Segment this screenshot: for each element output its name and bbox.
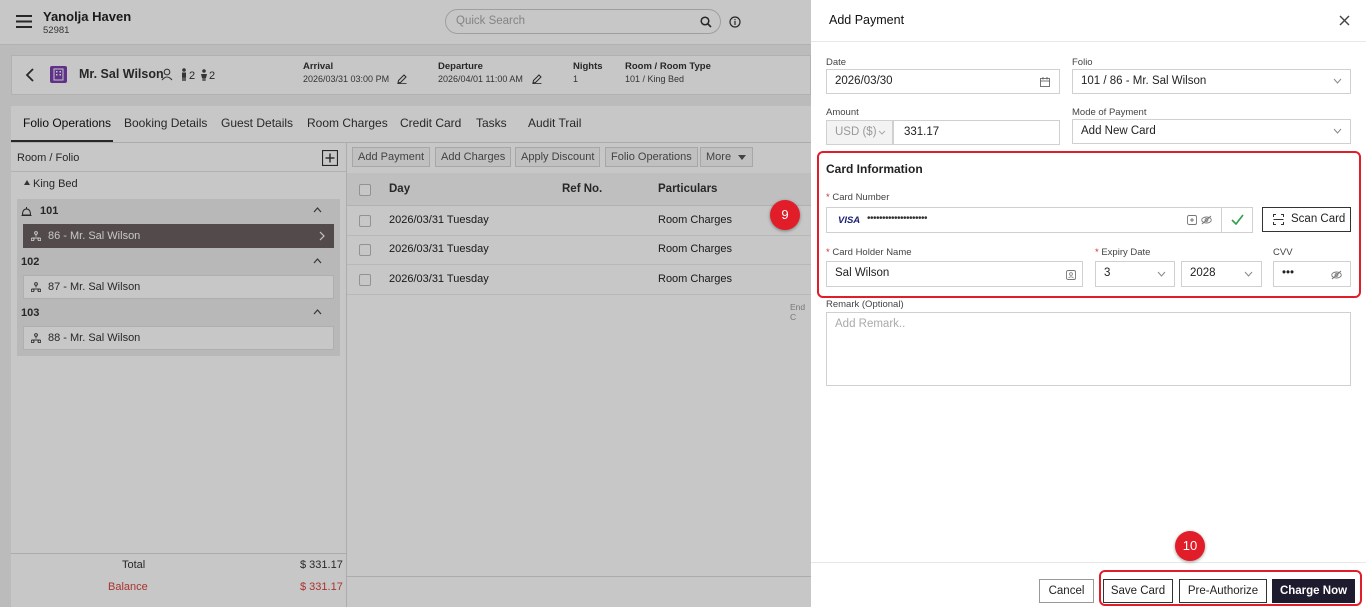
folio-label: Folio	[1072, 57, 1093, 68]
drawer-title: Add Payment	[829, 13, 905, 27]
chevron-down-icon	[878, 130, 886, 135]
cancel-button[interactable]: Cancel	[1039, 579, 1094, 603]
footer-buttons-highlight	[1099, 570, 1362, 606]
mode-of-payment-label: Mode of Payment	[1072, 107, 1147, 118]
chevron-down-icon	[1333, 128, 1342, 134]
chevron-down-icon	[1333, 78, 1342, 84]
amount-label: Amount	[826, 107, 859, 118]
step-marker-9: 9	[770, 200, 800, 230]
folio-select[interactable]: 101 / 86 - Mr. Sal Wilson	[1072, 69, 1351, 94]
step-marker-10: 10	[1175, 531, 1205, 561]
mode-of-payment-select[interactable]: Add New Card	[1072, 119, 1351, 144]
date-label: Date	[826, 57, 847, 68]
remark-placeholder: Add Remark..	[835, 318, 906, 330]
currency-value: USD ($)	[835, 126, 877, 138]
mode-of-payment-value: Add New Card	[1081, 125, 1156, 137]
remark-label: Remark (Optional)	[826, 299, 904, 310]
calendar-icon[interactable]	[1040, 77, 1050, 87]
add-payment-drawer: Add Payment Date 2026/03/30 Folio 101 / …	[811, 0, 1366, 607]
card-information-highlight	[817, 151, 1361, 298]
remark-textarea[interactable]: Add Remark..	[826, 312, 1351, 386]
date-input[interactable]: 2026/03/30	[826, 69, 1060, 94]
date-value: 2026/03/30	[835, 75, 893, 87]
folio-value: 101 / 86 - Mr. Sal Wilson	[1081, 75, 1207, 87]
modal-overlay[interactable]	[0, 0, 811, 607]
close-icon[interactable]	[1339, 15, 1350, 26]
currency-select: USD ($)	[826, 120, 893, 145]
amount-input[interactable]: 331.17	[893, 120, 1060, 145]
